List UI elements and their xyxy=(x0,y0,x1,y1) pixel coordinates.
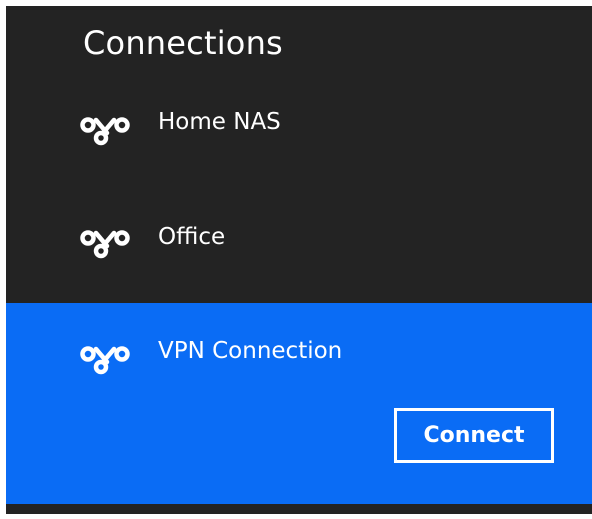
connection-item-office[interactable]: Office xyxy=(6,209,592,269)
connection-item-home-nas[interactable]: Home NAS xyxy=(6,96,592,156)
network-connection-icon xyxy=(80,230,130,259)
connection-item-vpn-connection[interactable]: VPN Connection Connect xyxy=(6,303,592,504)
connect-button[interactable]: Connect xyxy=(394,408,554,463)
page-title: Connections xyxy=(83,24,283,62)
connection-label: VPN Connection xyxy=(158,338,343,364)
connection-label: Home NAS xyxy=(158,109,281,135)
network-connection-icon xyxy=(80,346,130,375)
connections-panel: Connections Home NAS Office VPN Connecti… xyxy=(6,6,592,514)
connection-label: Office xyxy=(158,224,226,250)
network-connection-icon xyxy=(80,117,130,146)
